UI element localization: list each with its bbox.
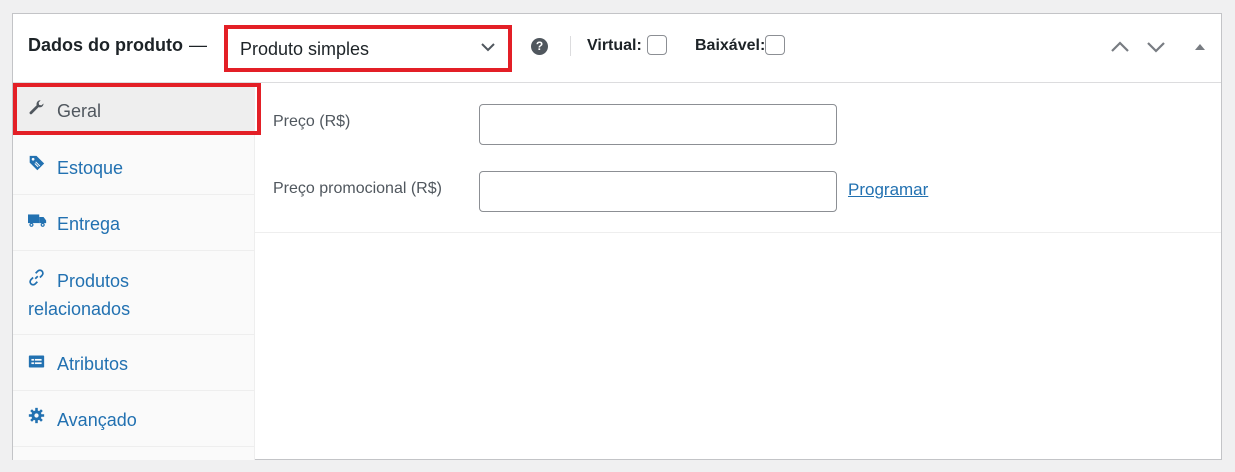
tag-icon: [29, 155, 45, 171]
downloadable-checkbox[interactable]: [765, 35, 785, 55]
tab-advanced-label: Avançado: [57, 410, 137, 430]
product-type-highlight: [224, 25, 512, 72]
gear-icon: [28, 407, 45, 424]
tab-attributes[interactable]: Atributos: [13, 335, 254, 391]
tab-inventory[interactable]: Estoque: [13, 139, 254, 195]
sale-price-input[interactable]: [479, 171, 837, 212]
regular-price-input[interactable]: [479, 104, 837, 145]
title-separator: —: [188, 35, 207, 55]
tab-inventory-label: Estoque: [57, 158, 124, 178]
sale-price-label: Preço promocional (R$): [273, 180, 442, 197]
tab-attributes-label: Atributos: [57, 354, 129, 374]
panel-header: Dados do produto — Produto simples ? Virt…: [13, 14, 1221, 83]
tab-linked-products-label: Produtos relacionados: [28, 267, 248, 323]
truck-icon: [28, 214, 47, 227]
tab-shipping-label: Entrega: [57, 214, 121, 234]
tab-linked-products-line2: relacionados: [28, 299, 131, 319]
list-card-icon: [28, 355, 45, 368]
move-down-icon[interactable]: [1145, 38, 1167, 56]
tab-linked-products[interactable]: Produtos relacionados: [13, 251, 254, 335]
schedule-sale-link[interactable]: Programar: [848, 180, 928, 200]
product-data-tabs: Geral Estoque Entrega Produtos relaciona…: [13, 83, 255, 460]
tab-general-label: Geral: [57, 101, 102, 121]
question-circle-icon[interactable]: ?: [531, 38, 548, 55]
panel-body: Geral Estoque Entrega Produtos relaciona…: [13, 83, 1221, 460]
collapse-toggle-icon[interactable]: [1189, 38, 1211, 56]
tab-general[interactable]: Geral: [13, 83, 254, 135]
general-panel: Preço (R$) Preço promocional (R$) Progra…: [255, 83, 1221, 233]
panel-title: Dados do produto —: [28, 35, 207, 56]
tab-linked-products-line1: Produtos: [57, 271, 130, 291]
header-divider: [570, 36, 571, 56]
panel-title-text: Dados do produto: [28, 35, 183, 55]
virtual-label: Virtual:: [587, 37, 642, 54]
tab-shipping[interactable]: Entrega: [13, 195, 254, 251]
virtual-checkbox[interactable]: [647, 35, 667, 55]
move-up-icon[interactable]: [1109, 38, 1131, 56]
tab-advanced[interactable]: Avançado: [13, 391, 254, 447]
downloadable-label: Baixável:: [695, 37, 766, 54]
product-data-panel: Dados do produto — Produto simples ? Virt…: [12, 13, 1222, 460]
wrench-icon: [29, 100, 44, 115]
regular-price-label: Preço (R$): [273, 113, 351, 130]
